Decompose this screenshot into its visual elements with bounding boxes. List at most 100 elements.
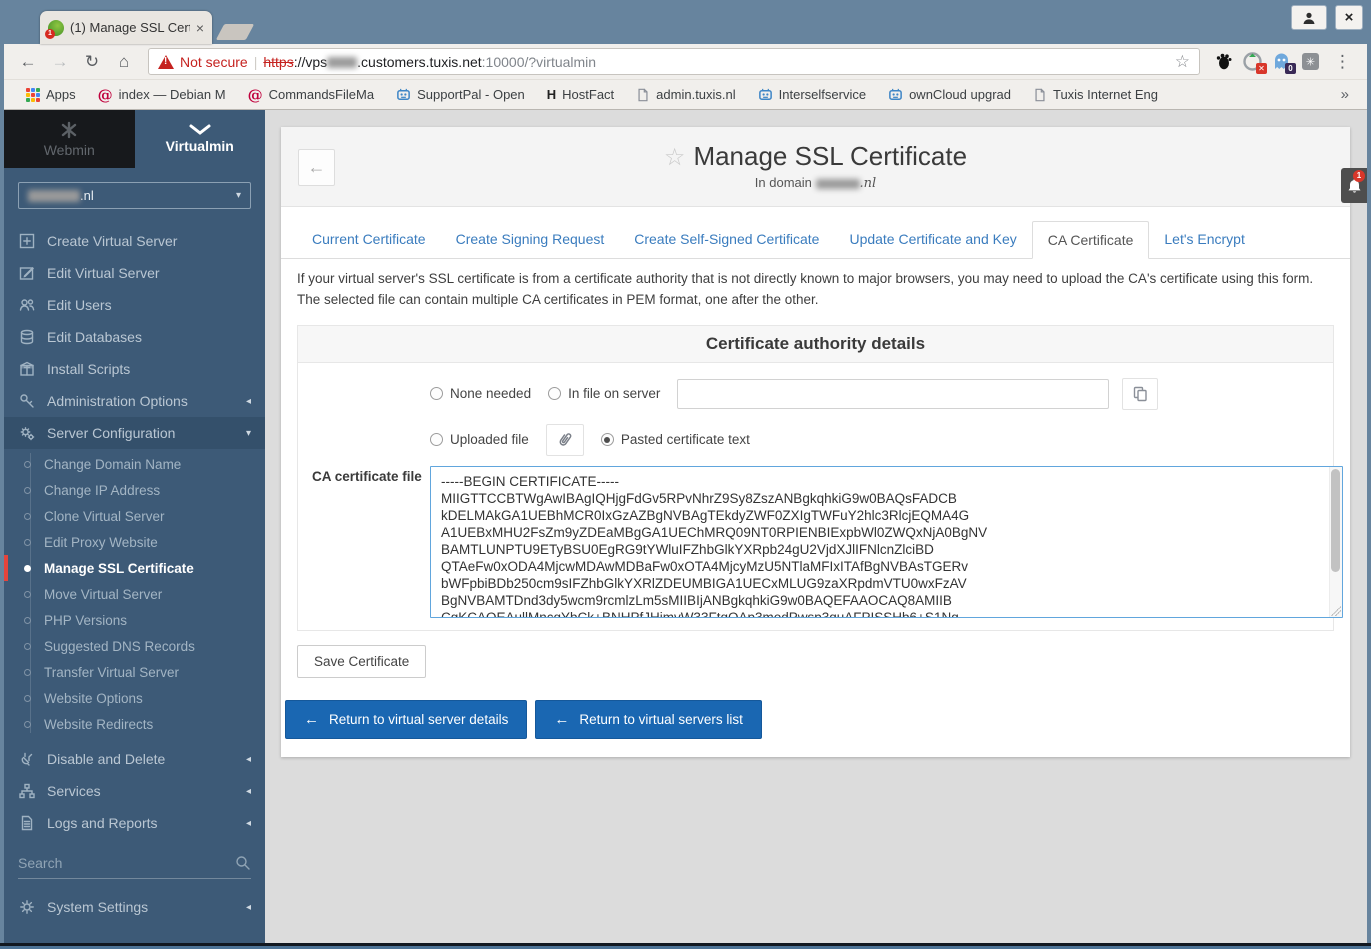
sidebar-subitem-transfer-virtual-server[interactable]: Transfer Virtual Server — [4, 659, 265, 685]
bookmark-label: ownCloud upgrad — [909, 87, 1011, 102]
gnome-foot-extension-icon[interactable] — [1214, 52, 1233, 71]
ghost-tabs-extension-icon[interactable]: 0 — [1272, 52, 1296, 74]
return-to-servers-list-button[interactable]: ← Return to virtual servers list — [535, 699, 762, 739]
wrench-icon — [18, 393, 35, 409]
ca-certificate-textarea[interactable] — [430, 465, 1343, 618]
reload-button[interactable]: ↻ — [78, 52, 106, 72]
upload-file-button[interactable] — [545, 423, 584, 456]
radio-uploaded-file[interactable] — [430, 433, 443, 447]
radio-pasted-certificate-text[interactable] — [600, 433, 614, 447]
browser-tab[interactable]: 1 (1) Manage SSL Certi × — [40, 11, 212, 44]
sidebar-item-edit-virtual-server[interactable]: Edit Virtual Server — [4, 257, 265, 289]
resize-grip-icon[interactable] — [1331, 605, 1341, 616]
tab-create-self-signed-certificate[interactable]: Create Self-Signed Certificate — [619, 221, 834, 258]
tab-let-s-encrypt[interactable]: Let's Encrypt — [1149, 221, 1260, 258]
bookmark-label: HostFact — [562, 87, 615, 102]
sidebar-item-server-configuration[interactable]: Server Configuration ▾ — [4, 417, 265, 449]
sidebar-subitem-suggested-dns-records[interactable]: Suggested DNS Records — [4, 633, 265, 659]
apps-grid-icon — [26, 87, 40, 102]
save-certificate-button[interactable]: Save Certificate — [297, 644, 427, 678]
page-back-button[interactable]: ← — [298, 149, 335, 186]
debian-icon: @ — [247, 85, 263, 104]
sidebar-subitem-change-ip-address[interactable]: Change IP Address — [4, 477, 265, 503]
bookmark-item[interactable]: H HostFact — [537, 87, 624, 102]
sidebar-item-label: Install Scripts — [47, 361, 131, 377]
sidebar-subitem-website-options[interactable]: Website Options — [4, 685, 265, 711]
sidebar-item-edit-databases[interactable]: Edit Databases — [4, 321, 265, 353]
sidebar-subitem-label: Suggested DNS Records — [44, 638, 195, 654]
sidebar-item-system-settings[interactable]: System Settings ◂ — [4, 891, 265, 923]
browser-menu-button[interactable]: ⋮ — [1328, 52, 1357, 72]
sidebar-search-input[interactable] — [18, 855, 235, 871]
forward-button[interactable]: → — [46, 52, 74, 72]
bookmark-item[interactable]: admin.tuxis.nl — [626, 87, 745, 102]
sidebar-item-install-scripts[interactable]: Install Scripts — [4, 353, 265, 385]
description-line-1: If your virtual server's SSL certificate… — [297, 271, 1314, 286]
bookmark-item[interactable]: Interselfservice — [748, 87, 876, 102]
paperclip-icon — [559, 433, 572, 447]
tab-update-certificate-and-key[interactable]: Update Certificate and Key — [834, 221, 1031, 258]
gray-extension-icon[interactable]: ✳ — [1301, 52, 1320, 71]
bullet-icon — [24, 512, 31, 520]
search-icon — [235, 855, 251, 871]
new-tab-button[interactable] — [215, 24, 255, 40]
page-description: If your virtual server's SSL certificate… — [281, 259, 1350, 313]
domain-redacted — [28, 189, 80, 202]
sidebar-subitem-website-redirects[interactable]: Website Redirects — [4, 711, 265, 737]
window-close-button[interactable]: × — [1335, 5, 1363, 30]
server-file-path-input[interactable] — [677, 378, 1110, 409]
radio-in-file-on-server[interactable] — [548, 387, 562, 401]
bookmark-item[interactable]: @ CommandsFileMa — [238, 86, 384, 104]
sidebar-subitem-php-versions[interactable]: PHP Versions — [4, 607, 265, 633]
bookmark-item[interactable]: @ index — Debian M — [88, 86, 236, 104]
url-host-prefix: ://vps — [293, 53, 328, 70]
tab-virtualmin[interactable]: Virtualmin — [135, 110, 266, 168]
sidebar-subitem-label: Manage SSL Certificate — [44, 560, 194, 576]
sidebar-subitem-label: Website Redirects — [44, 716, 154, 732]
bookmark-item[interactable]: SupportPal - Open — [386, 87, 535, 102]
page-header: ← ☆ Manage SSL Certificate In domain .nl — [281, 127, 1350, 207]
domain-suffix: .nl — [80, 188, 94, 203]
sidebar-item-administration-options[interactable]: Administration Options ◂ — [4, 385, 265, 417]
tab-webmin[interactable]: Webmin — [4, 110, 135, 168]
sidebar-item-edit-users[interactable]: Edit Users — [4, 289, 265, 321]
sidebar-item-services[interactable]: Services ◂ — [4, 775, 265, 807]
textarea-scrollbar[interactable] — [1329, 466, 1342, 617]
sitemap-icon — [18, 783, 35, 799]
radio-none-needed[interactable] — [430, 387, 443, 401]
profile-button[interactable] — [1291, 5, 1327, 30]
updater-extension-icon[interactable]: ✕ — [1243, 52, 1267, 74]
back-button[interactable]: ← — [14, 52, 42, 72]
sidebar-subitem-manage-ssl-certificate[interactable]: Manage SSL Certificate — [4, 555, 265, 581]
sidebar-subitem-edit-proxy-website[interactable]: Edit Proxy Website — [4, 529, 265, 555]
tab-create-signing-request[interactable]: Create Signing Request — [441, 221, 620, 258]
bookmark-item[interactable]: Tuxis Internet Eng — [1023, 87, 1168, 102]
edit-icon — [18, 265, 35, 281]
browser-toolbar: ← → ↻ ⌂ Not secure | https://vps .custome… — [4, 44, 1367, 79]
bookmark-item[interactable]: ownCloud upgrad — [878, 87, 1021, 102]
bookmark-item[interactable]: Apps — [16, 87, 86, 102]
server-file-browse-button[interactable] — [1122, 377, 1159, 410]
sidebar-subitem-change-domain-name[interactable]: Change Domain Name — [4, 451, 265, 477]
scrollbar-thumb[interactable] — [1331, 468, 1340, 572]
page-icon — [1033, 88, 1047, 102]
sidebar-subitem-clone-virtual-server[interactable]: Clone Virtual Server — [4, 503, 265, 529]
sidebar-item-logs-and-reports[interactable]: Logs and Reports ◂ — [4, 807, 265, 839]
caret-left-icon: ◂ — [245, 817, 251, 829]
sidebar-subitem-label: Change Domain Name — [44, 456, 182, 472]
favorite-star-icon[interactable]: ☆ — [664, 144, 686, 171]
sidebar-item-create-virtual-server[interactable]: Create Virtual Server — [4, 225, 265, 257]
notifications-button[interactable]: 1 — [1341, 168, 1367, 203]
sidebar-item-disable-and-delete[interactable]: Disable and Delete ◂ — [4, 743, 265, 775]
home-button[interactable]: ⌂ — [110, 52, 138, 72]
tab-current-certificate[interactable]: Current Certificate — [297, 221, 441, 258]
bookmarks-overflow-button[interactable]: » — [1341, 86, 1355, 103]
url-bar[interactable]: Not secure | https://vps .customers.tuxis… — [148, 48, 1200, 75]
tab-close-icon[interactable]: × — [196, 21, 204, 35]
return-to-server-details-button[interactable]: ← Return to virtual server details — [285, 699, 528, 739]
tab-ca-certificate[interactable]: CA Certificate — [1031, 221, 1150, 259]
bookmark-star-icon[interactable]: ☆ — [1175, 52, 1190, 72]
domain-selector[interactable]: .nl ▾ — [18, 182, 251, 209]
svg-text:✳: ✳ — [1306, 56, 1315, 69]
sidebar-subitem-move-virtual-server[interactable]: Move Virtual Server — [4, 581, 265, 607]
